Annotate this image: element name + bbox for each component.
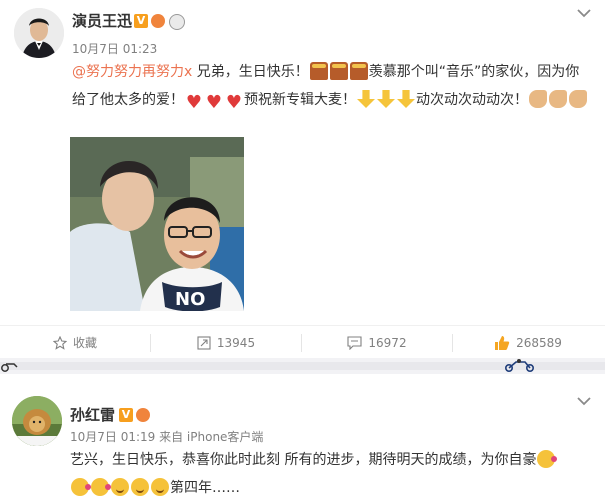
heart-emoji: ♥: [185, 92, 203, 113]
smile-emoji: [151, 478, 169, 496]
post-text: 艺兴，生日快乐，恭喜你此时此刻 所有的进步，期待明天的成绩，为你自豪 第四年……: [70, 446, 590, 502]
cake-emoji: [309, 62, 328, 80]
star-icon: [52, 335, 67, 350]
kiss-emoji: [91, 478, 111, 496]
like-icon: [495, 335, 510, 350]
username[interactable]: 演员王迅: [72, 10, 132, 31]
comment-button[interactable]: 16972: [302, 326, 452, 359]
down-arrow-emoji: [377, 90, 395, 108]
like-count: 268589: [516, 335, 562, 350]
favorite-button[interactable]: 收藏: [0, 326, 150, 359]
down-arrow-emoji: [397, 90, 415, 108]
post-timestamp[interactable]: 10月7日 01:23: [72, 40, 157, 57]
muscle-emoji: [529, 90, 547, 108]
post-text: @努力努力再努力x 兄弟，生日快乐！ 羡慕那个叫“音乐”的家伙，因为你给了他太多的…: [72, 58, 592, 114]
comment-count: 16972: [368, 335, 407, 350]
smile-emoji: [111, 478, 129, 496]
repost-count: 13945: [216, 335, 256, 350]
down-arrow-emoji: [357, 90, 375, 108]
chevron-down-icon[interactable]: [577, 8, 591, 18]
post-timestamp[interactable]: 10月7日 01:19 来自 iPhone客户端: [70, 428, 263, 445]
chevron-down-icon[interactable]: [577, 396, 591, 406]
kiss-emoji: [71, 478, 91, 496]
muscle-emoji: [549, 90, 567, 108]
shirt-text: NO: [175, 289, 205, 310]
panda-icon: [169, 14, 185, 30]
repost-icon: [197, 335, 211, 350]
feed-separator: [0, 358, 605, 374]
vip-level-icon: [136, 408, 150, 422]
heart-emoji: ♥: [205, 92, 223, 113]
avatar[interactable]: [14, 8, 64, 58]
post-photo[interactable]: NO: [70, 137, 244, 311]
smile-emoji: [131, 478, 149, 496]
comment-icon: [347, 335, 362, 350]
vip-level-icon: [151, 14, 165, 28]
like-button[interactable]: 268589: [453, 326, 603, 359]
repost-button[interactable]: 13945: [151, 326, 301, 359]
cake-emoji: [349, 62, 368, 80]
username[interactable]: 孙红雷: [70, 404, 115, 425]
verified-badge: V: [134, 14, 148, 28]
cake-emoji: [329, 62, 348, 80]
motorcycle-icon: [1, 363, 18, 372]
favorite-label: 收藏: [72, 336, 97, 350]
verified-badge: V: [119, 408, 133, 422]
kiss-emoji: [537, 450, 558, 468]
weibo-post-wangxun: 演员王迅 V 10月7日 01:23 @努力努力再努力x 兄弟，生日快乐！ 羡慕那…: [0, 0, 605, 358]
muscle-emoji: [569, 90, 587, 108]
heart-emoji: ♥: [225, 92, 243, 113]
mention-link[interactable]: @努力努力再努力x: [72, 64, 192, 80]
weibo-post-sunhonglei: 孙红雷 V 10月7日 01:19 来自 iPhone客户端 艺兴，生日快乐，恭…: [0, 374, 605, 496]
motorcycle-icon: [505, 359, 534, 372]
avatar[interactable]: [12, 396, 62, 446]
action-bar: 收藏 13945 16972 268589: [0, 325, 605, 359]
